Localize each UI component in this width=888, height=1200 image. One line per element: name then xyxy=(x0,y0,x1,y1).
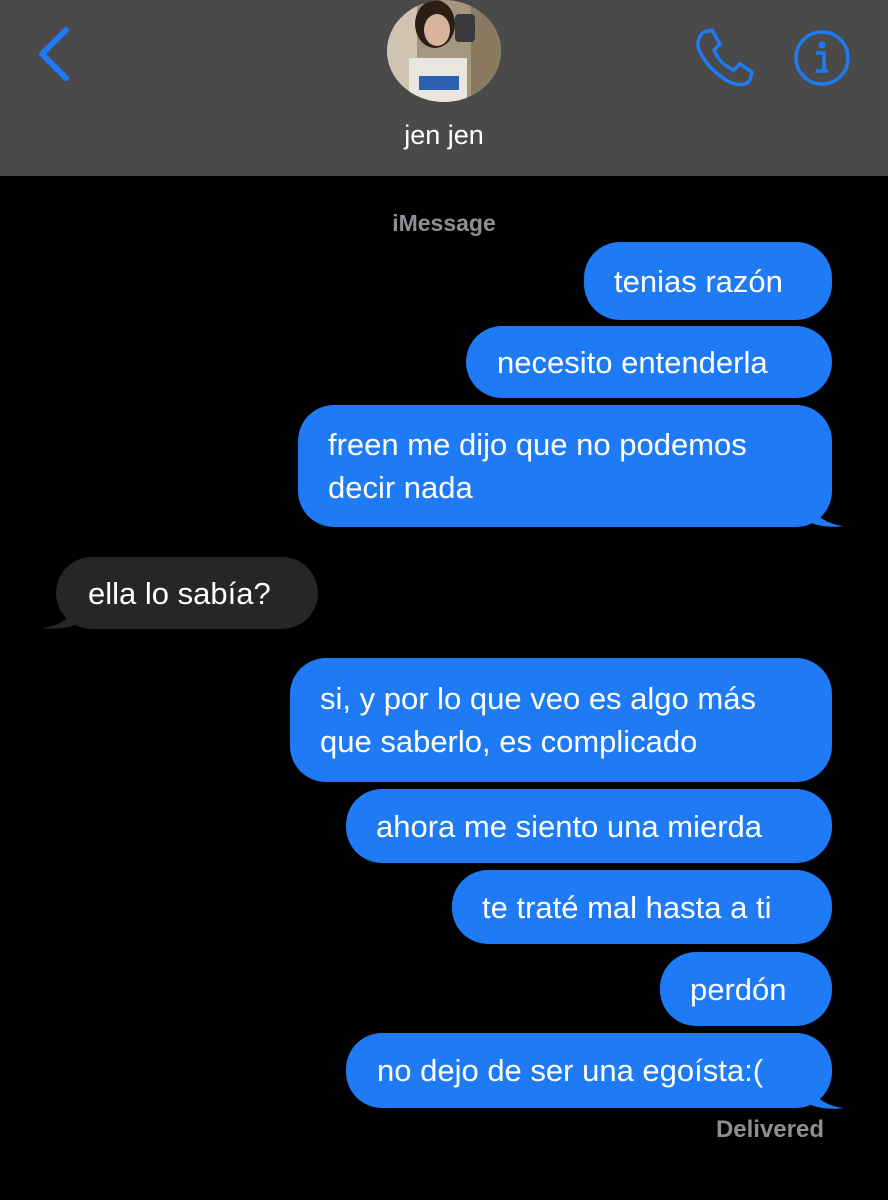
info-button[interactable] xyxy=(792,28,852,88)
contact-name[interactable]: jen jen xyxy=(0,120,888,151)
message-text: te traté mal hasta a ti xyxy=(482,889,772,925)
message-text-line: si, y por lo que veo es algo más xyxy=(320,681,756,716)
chevron-left-icon xyxy=(39,27,69,81)
message-text: tenias razón xyxy=(614,263,783,299)
message-bubble-outgoing[interactable]: no dejo de ser una egoísta:( xyxy=(346,1033,832,1108)
message-bubble-outgoing[interactable]: perdón xyxy=(660,952,832,1026)
call-button[interactable] xyxy=(690,26,756,88)
phone-icon xyxy=(696,28,754,87)
contact-photo xyxy=(387,0,501,102)
message-bubble-outgoing[interactable]: tenias razón xyxy=(584,242,832,320)
message-text: no dejo de ser una egoísta:( xyxy=(377,1053,764,1088)
message-bubble-incoming[interactable]: ella lo sabía? xyxy=(56,557,318,629)
service-label: iMessage xyxy=(392,210,496,236)
bubble-tail xyxy=(42,600,80,629)
message-text-line: freen me dijo que no podemos xyxy=(328,427,747,462)
message-text: ella lo sabía? xyxy=(88,575,271,611)
message-text: perdón xyxy=(690,971,787,1007)
back-button[interactable] xyxy=(30,24,80,84)
avatar[interactable] xyxy=(387,0,501,102)
delivery-status: Delivered xyxy=(715,1116,824,1143)
conversation-header: jen jen xyxy=(0,0,888,176)
message-text: necesito entenderla xyxy=(497,344,768,380)
message-bubble-outgoing[interactable]: necesito entenderla xyxy=(466,326,832,398)
message-text-line: decir nada xyxy=(328,470,473,505)
message-bubble-outgoing[interactable]: freen me dijo que no podemos decir nada xyxy=(298,405,832,527)
message-bubble-outgoing[interactable]: si, y por lo que veo es algo más que sab… xyxy=(290,658,832,782)
bubble-tail xyxy=(806,498,844,527)
message-text-line: que saberlo, es complicado xyxy=(320,724,698,759)
info-icon xyxy=(794,30,850,86)
bubble-tail xyxy=(806,1080,844,1109)
message-text: ahora me siento una mierda xyxy=(376,808,763,844)
message-bubble-outgoing[interactable]: ahora me siento una mierda xyxy=(346,789,832,863)
message-bubble-outgoing[interactable]: te traté mal hasta a ti xyxy=(452,870,832,944)
